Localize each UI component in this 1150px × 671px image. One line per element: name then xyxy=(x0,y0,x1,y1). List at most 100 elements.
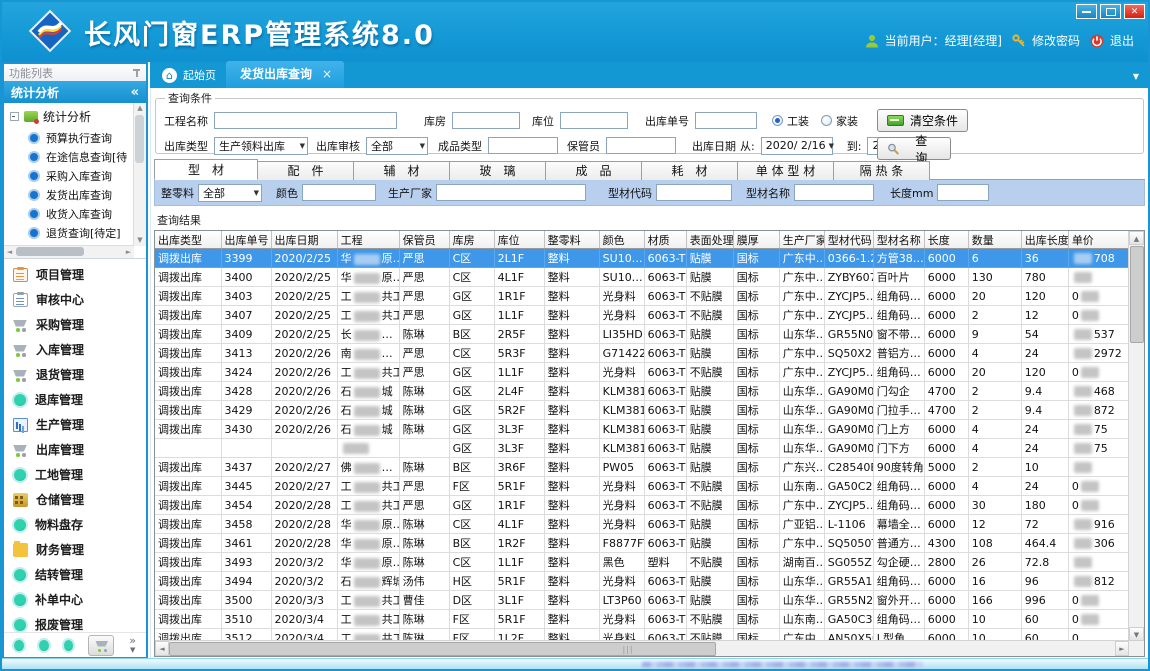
column-header[interactable]: 生产厂家 xyxy=(779,231,824,249)
column-header[interactable]: 出库日期 xyxy=(271,231,337,249)
more-modules-button[interactable]: » ▼ xyxy=(129,637,136,654)
keeper-input[interactable] xyxy=(606,137,676,154)
close-icon[interactable]: ✕ xyxy=(1124,4,1145,19)
length-input[interactable] xyxy=(937,184,989,201)
column-header[interactable]: 保管员 xyxy=(399,231,449,249)
profile-code-input[interactable] xyxy=(656,184,732,201)
whole-part-select[interactable]: 全部▼ xyxy=(198,184,262,202)
tree-item[interactable]: 预算执行查询 xyxy=(8,128,146,147)
column-header[interactable]: 库房 xyxy=(449,231,494,249)
material-tab[interactable]: 玻 璃 xyxy=(450,161,546,180)
scroll-left-icon[interactable]: ◄ xyxy=(155,641,169,656)
table-row[interactable]: 调拨出库35102020/3/4工共工程陈琳F区5R1F整料光身料6063-T5… xyxy=(155,610,1129,629)
expander-icon[interactable] xyxy=(10,112,19,121)
material-tab[interactable]: 辅 材 xyxy=(354,161,450,180)
sidebar-item-财务管理[interactable]: 财务管理 xyxy=(4,537,146,562)
logout-button[interactable]: 退出 xyxy=(1089,32,1134,49)
sidebar-item-结转管理[interactable]: 结转管理 xyxy=(4,562,146,587)
column-header[interactable]: 表面处理 xyxy=(686,231,733,249)
tree-item[interactable]: 退货查询[待定] xyxy=(8,223,146,242)
table-row[interactable]: 调拨出库34302020/2/26石城陈琳G区3L3F整料KLM38176063… xyxy=(155,420,1129,439)
material-tab[interactable]: 隔 热 条 xyxy=(834,161,930,180)
table-row[interactable]: 调拨出库34292020/2/26石城陈琳G区5R2F整料KLM38176063… xyxy=(155,401,1129,420)
maximize-icon[interactable] xyxy=(1100,4,1121,19)
table-row[interactable]: 调拨出库34452020/2/27工共工程严思F区5R1F整料光身料6063-T… xyxy=(155,477,1129,496)
product-type-input[interactable] xyxy=(488,137,558,154)
table-row[interactable]: 调拨出库34372020/2/27佛…陈琳B区3R6F整料PW056063-T5… xyxy=(155,458,1129,477)
tree-root[interactable]: 统计分析 xyxy=(8,106,146,128)
module-dot-icon[interactable] xyxy=(14,640,24,651)
project-name-input[interactable] xyxy=(214,112,397,129)
tab-close-icon[interactable]: × xyxy=(322,67,332,81)
grid-horizontal-scrollbar[interactable]: ◄ ||| ► xyxy=(155,640,1129,656)
radio-home-install[interactable] xyxy=(821,115,832,126)
collapse-icon[interactable]: « xyxy=(131,85,139,100)
table-row[interactable]: 调拨出库34612020/2/28华原…陈琳B区1R2F整料F8877FT606… xyxy=(155,534,1129,553)
date-from-select[interactable]: 2020/ 2/16▼ xyxy=(761,137,833,155)
tab-list-chevron-icon[interactable]: ▼ xyxy=(1133,72,1139,81)
column-header[interactable]: 工程 xyxy=(337,231,399,249)
warehouse-input[interactable] xyxy=(452,112,520,129)
sidebar-item-退货管理[interactable]: 退货管理 xyxy=(4,362,146,387)
column-header[interactable]: 出库长度 xyxy=(1021,231,1068,249)
column-header[interactable]: 型材代码 xyxy=(824,231,873,249)
scroll-down-icon[interactable]: ▼ xyxy=(134,235,146,246)
tree-vertical-scrollbar[interactable]: ▲ ▼ xyxy=(133,103,146,246)
material-tab[interactable]: 单 体 型 材 xyxy=(738,161,834,180)
tab-shipping-query[interactable]: 发货出库查询 × xyxy=(226,61,344,88)
sidebar-item-出库管理[interactable]: 出库管理 xyxy=(4,437,146,462)
material-tab[interactable]: 配 件 xyxy=(258,161,354,180)
table-row[interactable]: 调拨出库34072020/2/25工共工程严思G区1L1F整料光身料6063-T… xyxy=(155,306,1129,325)
order-no-input[interactable] xyxy=(695,112,757,129)
column-header[interactable]: 库位 xyxy=(494,231,544,249)
scroll-down-icon[interactable]: ▼ xyxy=(1129,627,1144,641)
material-tab[interactable]: 耗 材 xyxy=(642,161,738,180)
table-row[interactable]: 调拨出库34242020/2/26工共工程严思G区1L1F整料光身料6063-T… xyxy=(155,363,1129,382)
color-input[interactable] xyxy=(302,184,376,201)
sidebar-item-补单中心[interactable]: 补单中心 xyxy=(4,587,146,612)
sidebar-item-入库管理[interactable]: 入库管理 xyxy=(4,337,146,362)
column-header[interactable]: 颜色 xyxy=(599,231,644,249)
table-row[interactable]: 调拨出库35002020/3/3工共工程曹佳D区3L1F整料LT3P606063… xyxy=(155,591,1129,610)
scroll-right-icon[interactable]: ► xyxy=(1115,641,1129,656)
table-row[interactable]: 调拨出库34282020/2/26石城陈琳G区2L4F整料KLM38176063… xyxy=(155,382,1129,401)
table-row[interactable]: 调拨出库34942020/3/2石辉城汤伟H区5R1F整料光身料6063-T5贴… xyxy=(155,572,1129,591)
sidebar-item-工地管理[interactable]: 工地管理 xyxy=(4,462,146,487)
table-row[interactable]: 调拨出库34542020/2/28工共工程严思G区1R1F整料光身料6063-T… xyxy=(155,496,1129,515)
sidebar-item-审核中心[interactable]: 审核中心 xyxy=(4,287,146,312)
table-row[interactable]: 调拨出库34032020/2/25工共工程严思G区1R1F整料光身料6063-T… xyxy=(155,287,1129,306)
tree-horizontal-scrollbar[interactable]: ◄ ► xyxy=(4,245,134,258)
tree-item[interactable]: 发货出库查询 xyxy=(8,185,146,204)
tree-item[interactable]: 采购入库查询 xyxy=(8,166,146,185)
clear-conditions-button[interactable]: 清空条件 xyxy=(877,109,968,132)
scroll-thumb[interactable] xyxy=(135,115,144,163)
column-header[interactable]: 单价 xyxy=(1068,231,1129,249)
scroll-left-icon[interactable]: ◄ xyxy=(4,246,15,258)
module-dot-icon[interactable] xyxy=(64,640,74,651)
column-header[interactable]: 型材名称 xyxy=(873,231,924,249)
audit-select[interactable]: 全部▼ xyxy=(366,137,428,155)
table-row[interactable]: G区3L3F整料KLM38176063-T5贴膜国标山东华…GA90M09.门下… xyxy=(155,439,1129,458)
table-row[interactable]: 调拨出库34932020/3/2华原…陈琳C区1L1F整料黑色塑料不贴膜国标湖南… xyxy=(155,553,1129,572)
radio-work-install[interactable] xyxy=(772,115,783,126)
sidebar-item-物料盘存[interactable]: 物料盘存 xyxy=(4,512,146,537)
scroll-up-icon[interactable]: ▲ xyxy=(134,103,146,114)
sidebar-item-生产管理[interactable]: 生产管理 xyxy=(4,412,146,437)
sidebar-item-项目管理[interactable]: 项目管理 xyxy=(4,262,146,287)
scroll-thumb[interactable] xyxy=(169,642,716,656)
maker-input[interactable] xyxy=(436,184,586,201)
pin-icon[interactable] xyxy=(133,68,141,78)
sidebar-item-报废管理[interactable]: 报废管理 xyxy=(4,612,146,632)
column-header[interactable]: 数量 xyxy=(968,231,1021,249)
sidebar-item-采购管理[interactable]: 采购管理 xyxy=(4,312,146,337)
profile-name-input[interactable] xyxy=(794,184,874,201)
change-password-button[interactable]: 修改密码 xyxy=(1011,32,1080,49)
tree-item[interactable]: 收货入库查询 xyxy=(8,204,146,223)
column-header[interactable]: 整零料 xyxy=(544,231,599,249)
table-row[interactable]: 调拨出库34132020/2/26南…严思C区5R3F整料G714226063-… xyxy=(155,344,1129,363)
column-header[interactable]: 出库类型 xyxy=(155,231,221,249)
search-button[interactable]: 查 询 xyxy=(877,137,951,160)
column-header[interactable]: 出库单号 xyxy=(221,231,271,249)
column-header[interactable]: 材质 xyxy=(644,231,686,249)
table-row[interactable]: 调拨出库34002020/2/25华原…严思C区4L1F整料SU10…6063-… xyxy=(155,268,1129,287)
